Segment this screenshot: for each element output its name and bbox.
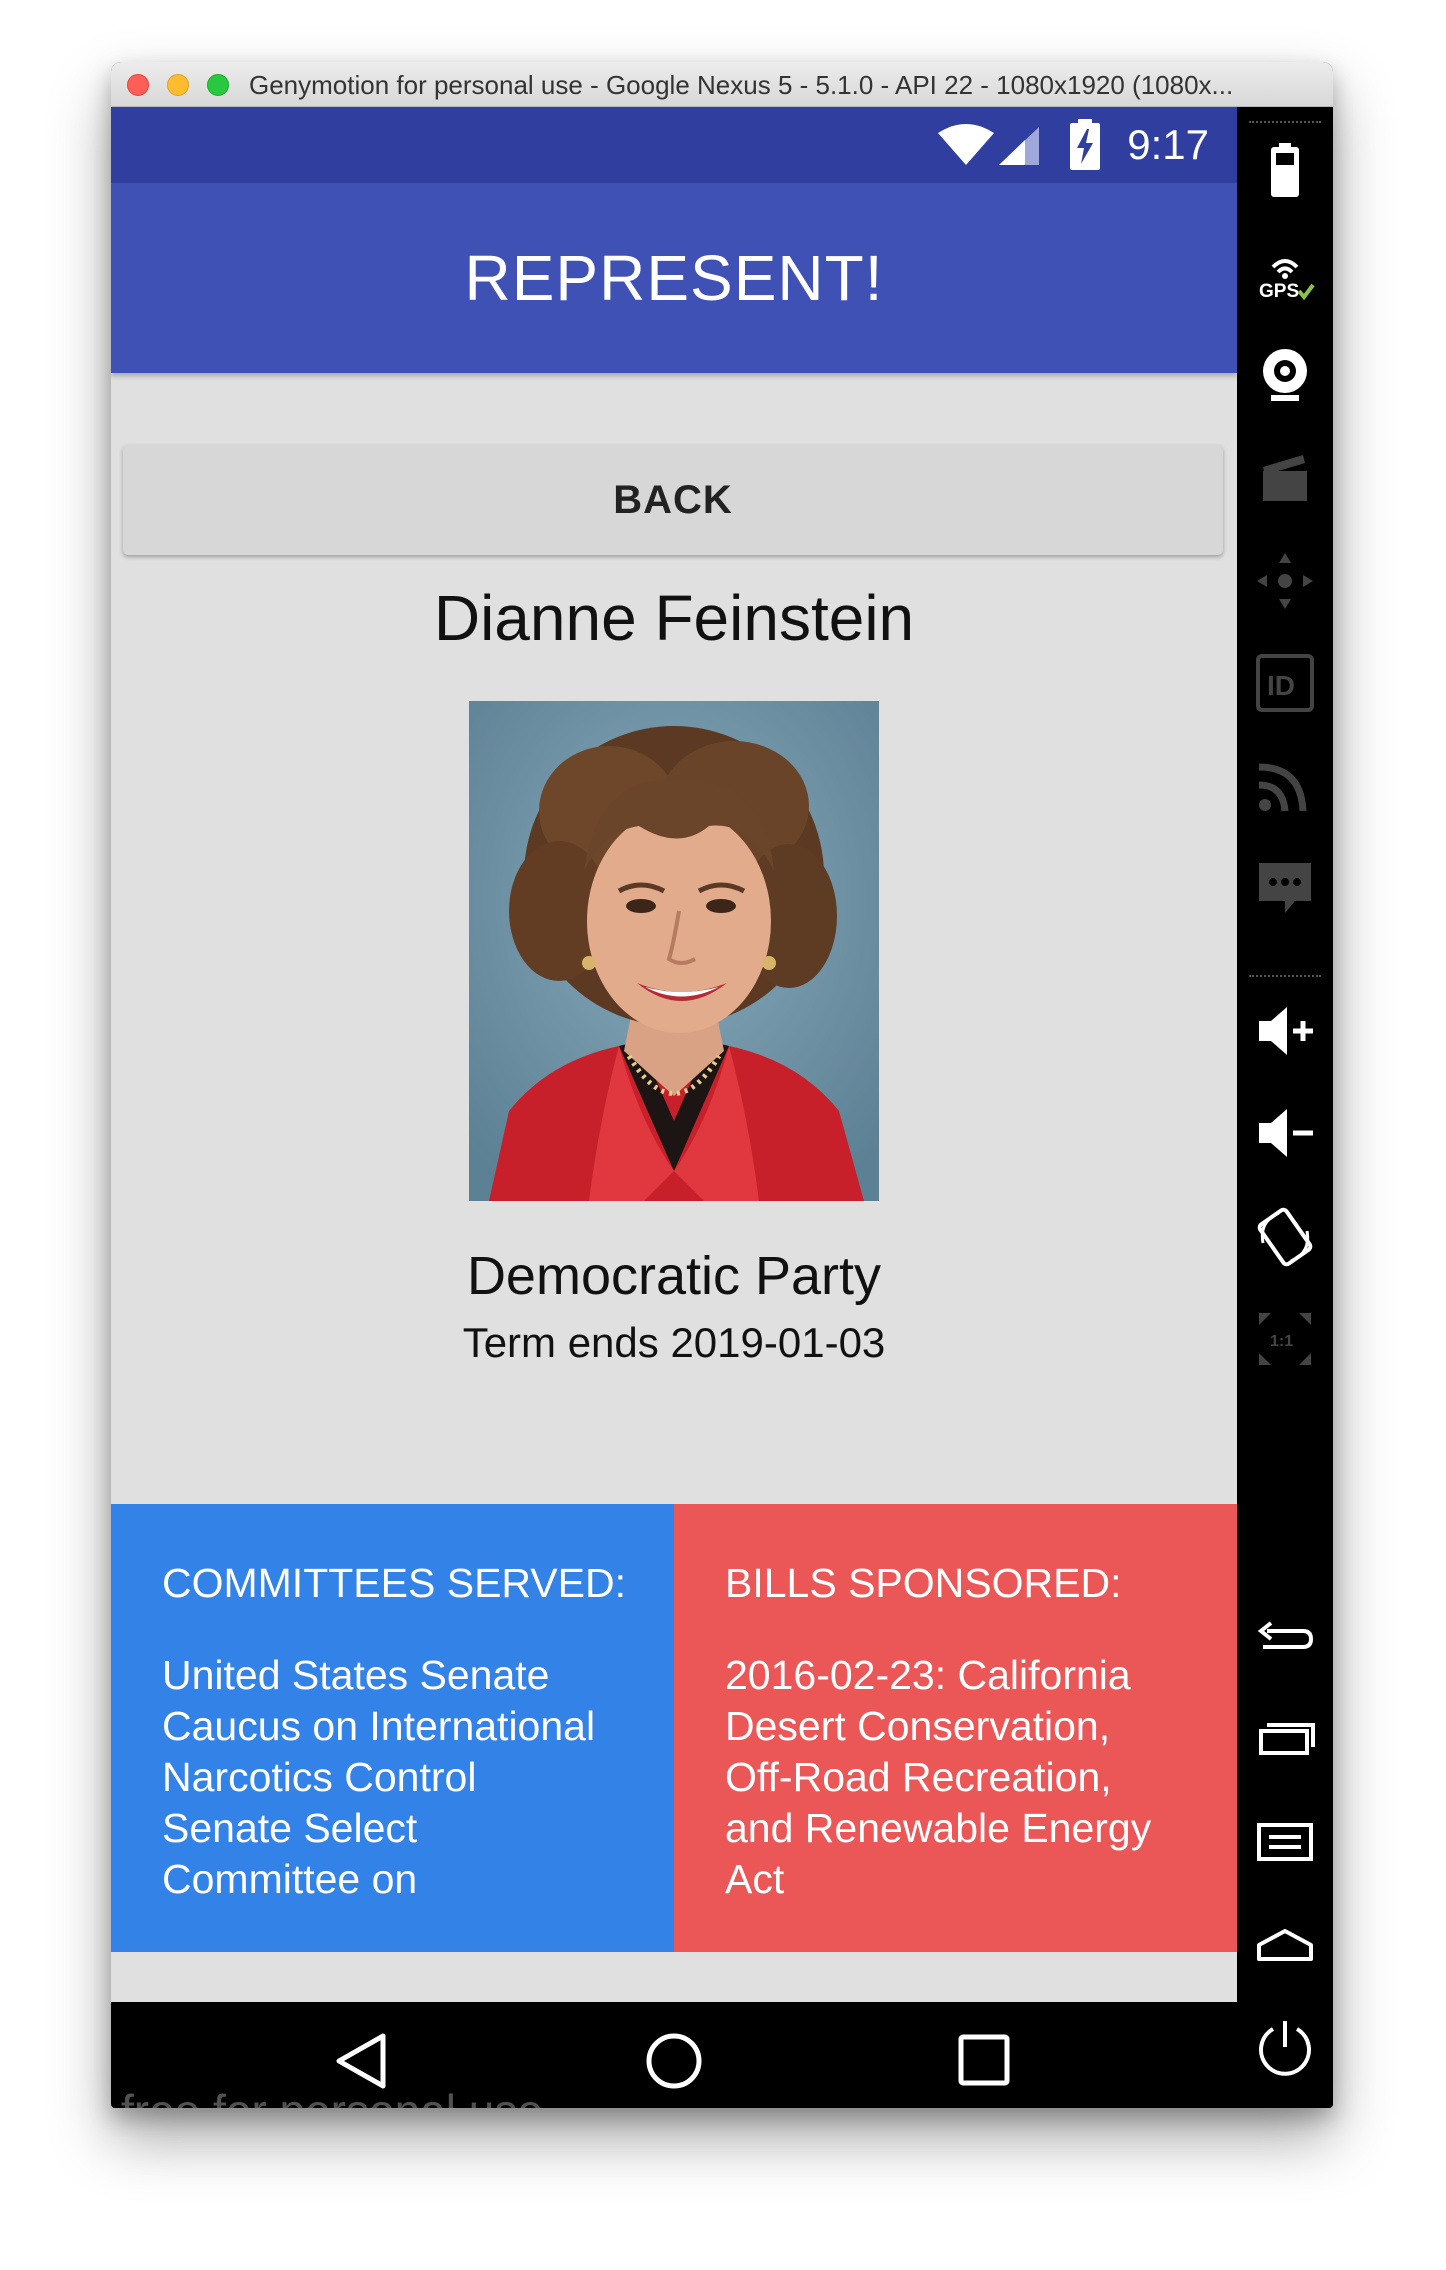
volume-up-icon[interactable] [1255, 1001, 1315, 1061]
window-title: Genymotion for personal use - Google Nex… [249, 70, 1234, 100]
app-bar: REPRESENT! [111, 183, 1237, 373]
pixel-perfect-icon[interactable]: 1:1 [1255, 1309, 1315, 1369]
portrait-image [469, 701, 879, 1201]
rotate-icon[interactable] [1255, 1207, 1315, 1267]
sidebar-divider [1249, 121, 1321, 125]
sidebar-divider [1249, 975, 1321, 979]
home-icon[interactable] [1255, 1913, 1315, 1973]
battery-charging-icon [1070, 119, 1100, 170]
maximize-window-button[interactable] [207, 74, 229, 96]
bill-line: Act [725, 1856, 785, 1902]
bills-panel: BILLS SPONSORED: 2016-02-23: California … [674, 1504, 1237, 1952]
gps-icon[interactable]: GPS [1255, 245, 1315, 305]
app-title: REPRESENT! [464, 242, 884, 314]
close-window-button[interactable] [127, 74, 149, 96]
device-id-icon[interactable]: ID [1255, 653, 1315, 713]
representative-party: Democratic Party [466, 1246, 882, 1306]
signal-icon [999, 127, 1039, 165]
genymotion-sidebar: GPS ID 1:1 [1237, 107, 1333, 2108]
back-icon[interactable] [1255, 1607, 1315, 1667]
committees-list: United States Senate Caucus on Internati… [162, 1650, 642, 1905]
svg-text:1:1: 1:1 [1270, 1333, 1293, 1350]
committee-line: United States Senate [162, 1652, 550, 1698]
committees-panel: COMMITTEES SERVED: United States Senate … [111, 1504, 674, 1952]
bills-list: 2016-02-23: California Desert Conservati… [725, 1650, 1205, 1905]
recents-nav-icon[interactable] [958, 2034, 1010, 2086]
bill-line: and Renewable Energy [725, 1805, 1152, 1851]
svg-text:ID: ID [1267, 670, 1295, 701]
committee-line: Senate Select [162, 1805, 418, 1851]
committee-line: Caucus on International [162, 1703, 596, 1749]
sms-icon[interactable] [1255, 857, 1315, 917]
svg-text:GPS: GPS [1259, 281, 1299, 302]
battery-icon[interactable] [1255, 141, 1315, 201]
back-button[interactable]: BACK [123, 445, 1223, 555]
watermark: free for personal use [121, 2084, 543, 2108]
committees-heading: COMMITTEES SERVED: [162, 1560, 626, 1606]
android-screen: 9:17 REPRESENT! BACK Dianne Feinstein De… [111, 107, 1237, 2108]
volume-down-icon[interactable] [1255, 1103, 1315, 1163]
power-icon[interactable] [1255, 2017, 1315, 2077]
emulator-window: Genymotion for personal use - Google Nex… [111, 62, 1333, 2108]
home-nav-icon[interactable] [645, 2032, 703, 2090]
bill-line: Desert Conservation, [725, 1703, 1111, 1749]
screencast-icon[interactable] [1255, 447, 1315, 507]
network-icon[interactable] [1255, 755, 1315, 815]
window-titlebar: Genymotion for personal use - Google Nex… [111, 62, 1333, 107]
bill-line: Off-Road Recreation, [725, 1754, 1112, 1800]
representative-term: Term ends 2019-01-03 [462, 1319, 886, 1366]
recent-apps-icon[interactable] [1255, 1709, 1315, 1769]
status-bar: 9:17 [111, 107, 1237, 183]
bill-line: 2016-02-23: California [725, 1652, 1131, 1698]
committee-line: Committee on [162, 1856, 418, 1902]
wifi-icon [938, 124, 994, 165]
back-nav-icon[interactable] [333, 2032, 389, 2090]
bills-heading: BILLS SPONSORED: [725, 1560, 1122, 1606]
representative-name: Dianne Feinstein [433, 582, 915, 654]
minimize-window-button[interactable] [167, 74, 189, 96]
committee-line: Narcotics Control [162, 1754, 477, 1800]
representative-photo [469, 701, 879, 1201]
status-time: 9:17 [1127, 121, 1209, 168]
menu-icon[interactable] [1255, 1811, 1315, 1871]
dpad-icon[interactable] [1255, 551, 1315, 611]
webcam-icon[interactable] [1255, 345, 1315, 405]
